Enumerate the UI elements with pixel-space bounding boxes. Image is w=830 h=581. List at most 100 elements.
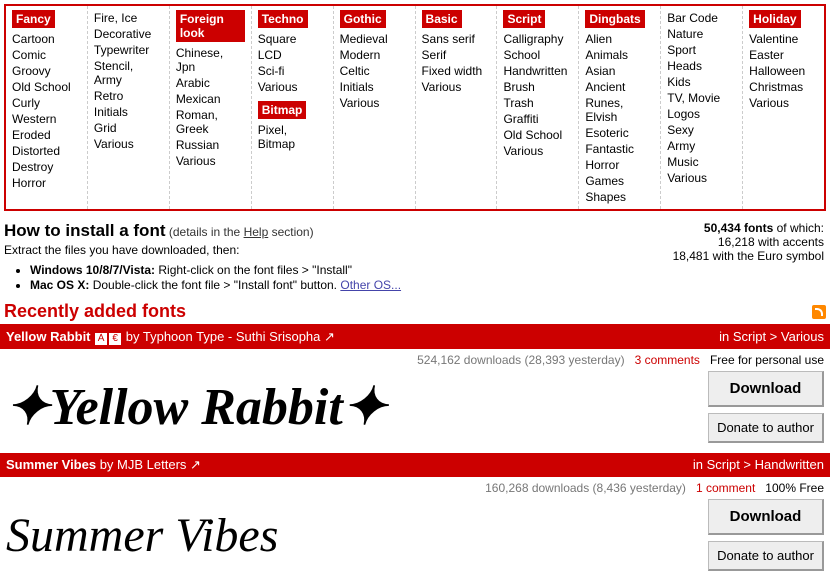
category-link[interactable]: Calligraphy: [503, 31, 572, 47]
category-link[interactable]: Handwritten: [503, 63, 572, 79]
category-link[interactable]: Eroded: [12, 127, 81, 143]
category-link[interactable]: Square: [258, 31, 327, 47]
category-link[interactable]: Horror: [585, 157, 654, 173]
category-link[interactable]: School: [503, 47, 572, 63]
category-link[interactable]: Valentine: [749, 31, 818, 47]
category-link[interactable]: Comic: [12, 47, 81, 63]
category-link[interactable]: Destroy: [12, 159, 81, 175]
category-header[interactable]: Script: [503, 10, 545, 28]
external-icon[interactable]: ↗: [324, 329, 335, 344]
category-header[interactable]: Basic: [422, 10, 462, 28]
category-link[interactable]: Old School: [12, 79, 81, 95]
category-link[interactable]: Initials: [340, 79, 409, 95]
category-header[interactable]: Fancy: [12, 10, 55, 28]
category-link[interactable]: Groovy: [12, 63, 81, 79]
comment-link[interactable]: 3 comments: [635, 353, 700, 367]
category-link[interactable]: Nature: [667, 26, 736, 42]
help-link[interactable]: Help: [244, 225, 269, 239]
category-link[interactable]: Music: [667, 154, 736, 170]
category-link[interactable]: Chinese, Jpn: [176, 45, 245, 75]
category-link[interactable]: Sans serif: [422, 31, 491, 47]
category-link[interactable]: Sci-fi: [258, 63, 327, 79]
category-link[interactable]: Typewriter: [94, 42, 163, 58]
category-link[interactable]: Western: [12, 111, 81, 127]
font-category-link[interactable]: in Script > Handwritten: [693, 457, 824, 472]
category-link[interactable]: Brush: [503, 79, 572, 95]
category-link[interactable]: Medieval: [340, 31, 409, 47]
category-link[interactable]: Bar Code: [667, 10, 736, 26]
category-header[interactable]: Foreign look: [176, 10, 245, 42]
category-link[interactable]: Various: [258, 79, 327, 95]
category-link[interactable]: Pixel, Bitmap: [258, 122, 327, 152]
category-link[interactable]: Old School: [503, 127, 572, 143]
category-link[interactable]: Cartoon: [12, 31, 81, 47]
donate-button[interactable]: Donate to author: [708, 413, 824, 443]
category-link[interactable]: TV, Movie: [667, 90, 736, 106]
rss-icon[interactable]: [812, 305, 826, 319]
category-link[interactable]: Retro: [94, 88, 163, 104]
category-link[interactable]: Graffiti: [503, 111, 572, 127]
category-link[interactable]: Initials: [94, 104, 163, 120]
category-header[interactable]: Dingbats: [585, 10, 644, 28]
category-link[interactable]: Mexican: [176, 91, 245, 107]
category-link[interactable]: Logos: [667, 106, 736, 122]
category-link[interactable]: Runes, Elvish: [585, 95, 654, 125]
category-link[interactable]: Halloween: [749, 63, 818, 79]
category-link[interactable]: Various: [503, 143, 572, 159]
category-link[interactable]: Arabic: [176, 75, 245, 91]
category-header[interactable]: Bitmap: [258, 101, 307, 119]
category-link[interactable]: Fire, Ice: [94, 10, 163, 26]
category-link[interactable]: Decorative: [94, 26, 163, 42]
category-link[interactable]: Russian: [176, 137, 245, 153]
category-header[interactable]: Holiday: [749, 10, 800, 28]
category-link[interactable]: Alien: [585, 31, 654, 47]
category-link[interactable]: Stencil, Army: [94, 58, 163, 88]
category-link[interactable]: Various: [176, 153, 245, 169]
donate-button[interactable]: Donate to author: [708, 541, 824, 571]
category-link[interactable]: Horror: [12, 175, 81, 191]
category-link[interactable]: Heads: [667, 58, 736, 74]
category-link[interactable]: Christmas: [749, 79, 818, 95]
category-link[interactable]: Various: [94, 136, 163, 152]
category-link[interactable]: Various: [749, 95, 818, 111]
font-category-link[interactable]: in Script > Various: [719, 329, 824, 344]
category-link[interactable]: Easter: [749, 47, 818, 63]
license-text: Free for personal use: [710, 353, 824, 367]
external-icon[interactable]: ↗: [190, 457, 201, 472]
category-header[interactable]: Gothic: [340, 10, 386, 28]
download-button[interactable]: Download: [708, 499, 824, 535]
category-link[interactable]: Various: [667, 170, 736, 186]
category-link[interactable]: Kids: [667, 74, 736, 90]
category-link[interactable]: Modern: [340, 47, 409, 63]
other-os-link[interactable]: Other OS...: [340, 278, 401, 292]
category-link[interactable]: Various: [340, 95, 409, 111]
category-link[interactable]: Celtic: [340, 63, 409, 79]
category-link[interactable]: Various: [422, 79, 491, 95]
category-col: Basic Sans serifSerifFixed widthVarious: [416, 6, 498, 209]
category-link[interactable]: Fantastic: [585, 141, 654, 157]
font-preview[interactable]: Summer Vibes: [6, 504, 698, 567]
comment-link[interactable]: 1 comment: [696, 481, 755, 495]
category-link[interactable]: Fixed width: [422, 63, 491, 79]
category-link[interactable]: Esoteric: [585, 125, 654, 141]
font-name-link[interactable]: Summer Vibes: [6, 457, 96, 472]
download-button[interactable]: Download: [708, 371, 824, 407]
category-link[interactable]: Animals: [585, 47, 654, 63]
font-name-link[interactable]: Yellow Rabbit: [6, 329, 91, 344]
category-link[interactable]: Roman, Greek: [176, 107, 245, 137]
category-link[interactable]: Distorted: [12, 143, 81, 159]
category-link[interactable]: LCD: [258, 47, 327, 63]
font-preview[interactable]: ✦Yellow Rabbit✦: [6, 373, 698, 441]
category-link[interactable]: Ancient: [585, 79, 654, 95]
category-link[interactable]: Army: [667, 138, 736, 154]
category-link[interactable]: Games: [585, 173, 654, 189]
category-link[interactable]: Sexy: [667, 122, 736, 138]
category-link[interactable]: Serif: [422, 47, 491, 63]
category-link[interactable]: Curly: [12, 95, 81, 111]
category-link[interactable]: Trash: [503, 95, 572, 111]
category-link[interactable]: Sport: [667, 42, 736, 58]
category-link[interactable]: Shapes: [585, 189, 654, 205]
category-link[interactable]: Asian: [585, 63, 654, 79]
category-header[interactable]: Techno: [258, 10, 308, 28]
category-link[interactable]: Grid: [94, 120, 163, 136]
